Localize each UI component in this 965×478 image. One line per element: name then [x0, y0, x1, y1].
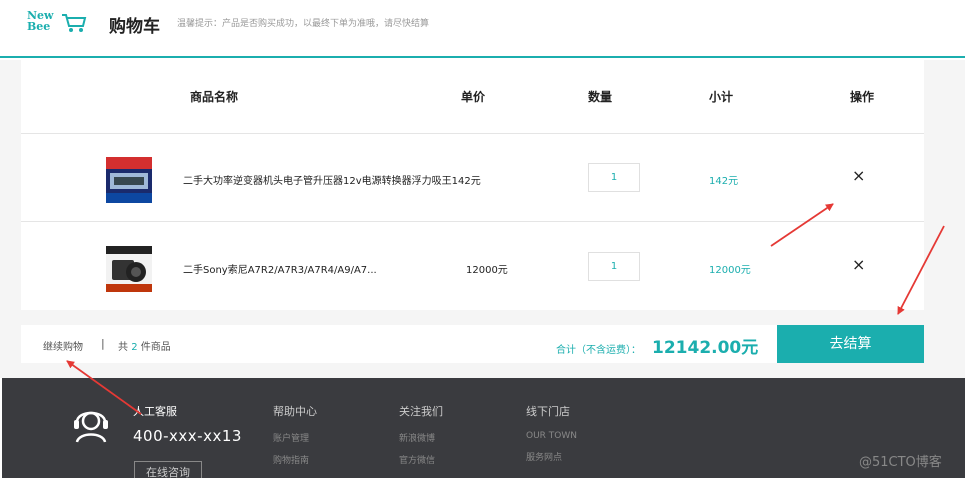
annotation-arrow-checkout	[897, 225, 945, 315]
annotation-arrow-delete	[770, 203, 834, 247]
annotation-arrows	[66, 203, 945, 415]
annotation-arrow-continue	[66, 360, 142, 415]
